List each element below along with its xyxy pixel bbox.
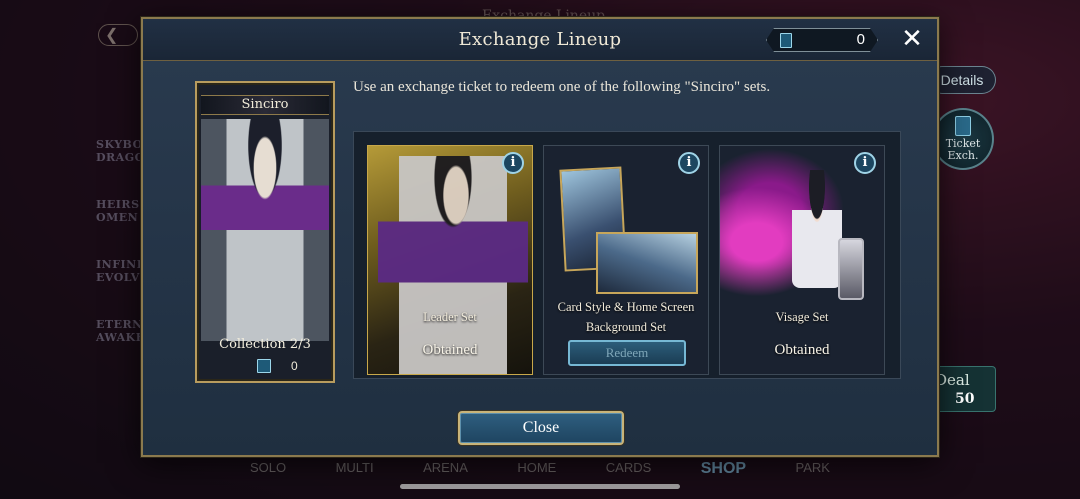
- collection-name: Sinciro: [201, 95, 329, 115]
- deal-label: Deal: [935, 371, 970, 389]
- nav-solo[interactable]: SOLO: [250, 460, 286, 478]
- collection-card: Sinciro Collection 2/3 0: [195, 81, 335, 383]
- set-label-line2: Background Set: [585, 320, 667, 334]
- chibi-character: [792, 170, 842, 288]
- dialog-header: Exchange Lineup 0 ✕: [143, 19, 937, 61]
- deal-price: 50: [955, 391, 975, 407]
- ticket-icon: [780, 33, 792, 48]
- nav-multi[interactable]: MULTI: [336, 460, 374, 478]
- close-button[interactable]: Close: [458, 411, 624, 445]
- set-status: Obtained: [422, 342, 478, 358]
- phone-sleeve-art: [838, 238, 864, 300]
- visage-set-item[interactable]: i Visage Set Obtained: [719, 145, 885, 375]
- set-label: Leader Set: [423, 310, 477, 324]
- ticket-count: 0: [856, 31, 865, 48]
- info-icon[interactable]: i: [678, 152, 700, 174]
- nav-home[interactable]: HOME: [517, 460, 556, 478]
- back-arrow-icon[interactable]: ❮: [98, 24, 138, 46]
- info-icon[interactable]: i: [502, 152, 524, 174]
- home-indicator[interactable]: [400, 484, 680, 489]
- home-screen-art: [596, 232, 698, 294]
- nav-cards[interactable]: CARDS: [606, 460, 652, 478]
- set-label-line1: Card Style & Home Screen: [557, 300, 695, 314]
- leader-set-item[interactable]: i Leader Set Obtained: [367, 145, 533, 375]
- nav-arena[interactable]: ARENA: [423, 460, 468, 478]
- redeem-button[interactable]: Redeem: [568, 340, 686, 366]
- set-lineup: i Leader Set Obtained i Card Style & Hom…: [353, 131, 901, 379]
- ticket-counter: 0: [766, 28, 878, 52]
- nav-park[interactable]: PARK: [796, 460, 830, 478]
- set-status: Obtained: [774, 342, 830, 358]
- dialog-description: Use an exchange ticket to redeem one of …: [353, 79, 771, 95]
- ticket-exchange-button[interactable]: Ticket Exch.: [932, 108, 994, 170]
- card-style-set-item[interactable]: i Card Style & Home Screen Background Se…: [543, 145, 709, 375]
- set-label: Visage Set: [775, 310, 829, 324]
- collection-progress: Collection 2/3: [219, 337, 311, 352]
- ticket-icon: [257, 359, 271, 373]
- exchange-lineup-dialog: Exchange Lineup 0 ✕ Use an exchange tick…: [141, 17, 939, 457]
- collection-ticket-count: 0: [291, 359, 298, 373]
- ticket-exchange-label: Ticket Exch.: [945, 137, 981, 162]
- nav-shop[interactable]: SHOP: [701, 460, 746, 478]
- close-icon[interactable]: ✕: [899, 25, 925, 53]
- ticket-icon: [955, 116, 971, 136]
- info-icon[interactable]: i: [854, 152, 876, 174]
- bottom-nav: SOLO MULTI ARENA HOME CARDS SHOP PARK: [250, 460, 830, 478]
- character-portrait: [201, 119, 329, 341]
